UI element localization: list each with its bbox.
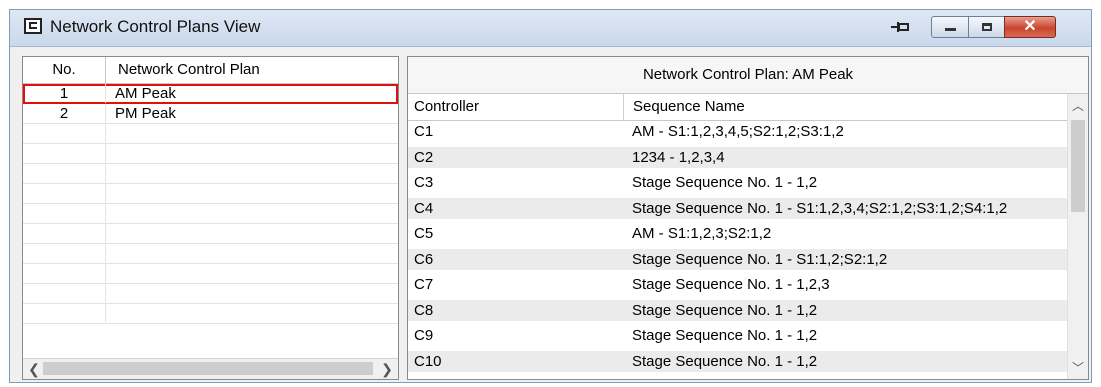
scroll-up-icon[interactable]: ︿ [1068, 96, 1088, 116]
controller-id: C3 [414, 174, 434, 191]
controller-id: C10 [414, 352, 442, 370]
column-header-plan[interactable]: Network Control Plan [106, 57, 318, 83]
sequence-name: Stage Sequence No. 1 - 1,2 [632, 301, 818, 319]
controller-id: C4 [414, 199, 434, 217]
plan-number [23, 124, 106, 143]
sequence-name: Stage Sequence No. 1 - 1,2 [632, 174, 818, 191]
plan-name: PM Peak [115, 105, 176, 122]
plan-number [23, 224, 106, 243]
scroll-left-icon[interactable]: ❮ [25, 359, 43, 379]
title-bar[interactable]: Network Control Plans View ✕ [10, 10, 1091, 47]
plan-number [23, 244, 106, 263]
plan-row[interactable]: 2 PM Peak [23, 104, 398, 124]
empty-row[interactable] [23, 224, 398, 244]
empty-row[interactable] [23, 284, 398, 304]
close-button[interactable]: ✕ [1004, 16, 1056, 38]
plan-detail-title: Network Control Plan: AM Peak [408, 57, 1088, 94]
vertical-scrollbar[interactable]: ︿ ﹀ [1067, 94, 1088, 379]
network-control-plans-window: Network Control Plans View ✕ No. Network… [9, 9, 1092, 383]
minimize-button[interactable] [931, 16, 969, 38]
empty-row[interactable] [23, 184, 398, 204]
close-icon: ✕ [1023, 18, 1037, 35]
column-header-no[interactable]: No. [23, 57, 106, 83]
controller-id: C6 [414, 250, 434, 268]
plan-detail-panel: Network Control Plan: AM Peak Controller… [407, 56, 1089, 380]
plan-number: 1 [23, 84, 106, 103]
controller-id: C9 [414, 327, 434, 344]
plan-number: 2 [23, 104, 106, 123]
empty-row[interactable] [23, 144, 398, 164]
plan-row[interactable]: 1 AM Peak [23, 84, 398, 104]
network-plan-icon [24, 18, 42, 34]
controller-row[interactable]: C10 Stage Sequence No. 1 - 1,2 [408, 350, 1068, 372]
scrollbar-thumb[interactable] [43, 362, 373, 375]
controller-row[interactable]: C8 Stage Sequence No. 1 - 1,2 [408, 299, 1068, 321]
empty-row[interactable] [23, 244, 398, 264]
controller-row[interactable]: C9 Stage Sequence No. 1 - 1,2 [408, 325, 1068, 346]
empty-row[interactable] [23, 264, 398, 284]
controller-id: C2 [414, 148, 434, 166]
plan-name: AM Peak [115, 85, 176, 102]
sequence-name: Stage Sequence No. 1 - 1,2,3 [632, 276, 830, 293]
controller-id: C8 [414, 301, 434, 319]
scrollbar-thumb[interactable] [1071, 120, 1085, 212]
empty-row[interactable] [23, 204, 398, 224]
controller-row[interactable]: C6 Stage Sequence No. 1 - S1:1,2;S2:1,2 [408, 248, 1068, 270]
controller-row[interactable]: C1 AM - S1:1,2,3,4,5;S2:1,2;S3:1,2 [408, 121, 1068, 142]
maximize-icon [982, 23, 992, 31]
controller-id: C5 [414, 225, 434, 242]
plan-number [23, 144, 106, 163]
plans-header: No. Network Control Plan [23, 57, 398, 84]
sequence-name: Stage Sequence No. 1 - 1,2 [632, 352, 818, 370]
empty-row[interactable] [23, 164, 398, 184]
plan-number [23, 204, 106, 223]
controller-row[interactable]: C5 AM - S1:1,2,3;S2:1,2 [408, 223, 1068, 244]
maximize-button[interactable] [968, 16, 1005, 38]
scroll-down-icon[interactable]: ﹀ [1068, 358, 1088, 378]
sequence-name: Stage Sequence No. 1 - S1:1,2,3,4;S2:1,2… [632, 199, 1008, 217]
empty-row[interactable] [23, 304, 398, 324]
controller-id: C7 [414, 276, 434, 293]
scroll-right-icon[interactable]: ❯ [378, 359, 396, 379]
sequence-name: AM - S1:1,2,3,4,5;S2:1,2;S3:1,2 [632, 123, 844, 140]
controller-row[interactable]: C3 Stage Sequence No. 1 - 1,2 [408, 172, 1068, 193]
sequence-name: Stage Sequence No. 1 - 1,2 [632, 327, 818, 344]
plans-list: No. Network Control Plan 1 AM Peak 2 PM Pea… [22, 56, 399, 380]
pin-icon[interactable] [890, 19, 910, 35]
plan-number [23, 284, 106, 303]
plan-number [23, 164, 106, 183]
sequence-name: AM - S1:1,2,3;S2:1,2 [632, 225, 772, 242]
detail-header: Controller Sequence Name [408, 94, 1088, 121]
minimize-icon [945, 28, 956, 31]
controller-id: C1 [414, 123, 434, 140]
sequence-name: 1234 - 1,2,3,4 [632, 148, 725, 166]
controller-row[interactable]: C2 1234 - 1,2,3,4 [408, 146, 1068, 168]
column-header-controller[interactable]: Controller [408, 94, 624, 120]
horizontal-scrollbar[interactable]: ❮ ❯ [23, 358, 398, 379]
controller-row[interactable]: C4 Stage Sequence No. 1 - S1:1,2,3,4;S2:1… [408, 197, 1068, 219]
empty-row[interactable] [23, 124, 398, 144]
sequence-name: Stage Sequence No. 1 - S1:1,2;S2:1,2 [632, 250, 888, 268]
plan-number [23, 304, 106, 323]
plan-number [23, 184, 106, 203]
window-title: Network Control Plans View [50, 17, 261, 36]
plan-number [23, 264, 106, 283]
controller-row[interactable]: C7 Stage Sequence No. 1 - 1,2,3 [408, 274, 1068, 295]
column-header-sequence[interactable]: Sequence Name [625, 94, 1065, 120]
